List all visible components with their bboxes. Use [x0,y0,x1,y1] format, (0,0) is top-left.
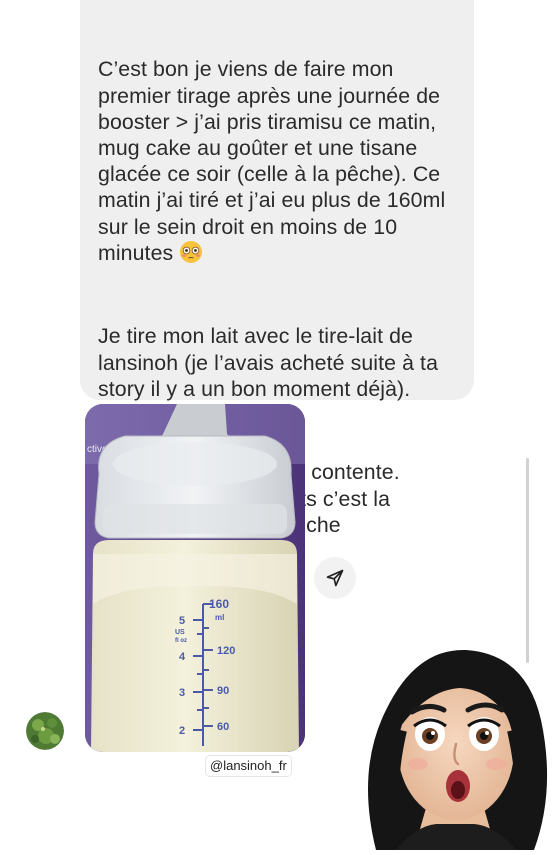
milk-bottle-photo[interactable]: ctive 160 ml US fl oz 120 90 60 5 4 3 2 [85,404,305,752]
bottle-oz-tick-2: 4 [179,651,186,663]
bottle-oz-label-2: fl oz [175,638,187,644]
mention-tag[interactable]: @lansinoh_fr [206,756,291,776]
bottle-oz-tick-1: 5 [179,615,185,627]
send-icon [326,569,344,587]
bottle-ml-label: 160 [209,597,229,611]
bottle-ml-tick-3: 60 [217,721,229,733]
bottle-ml-tick-2: 90 [217,685,229,697]
bottle-ml-unit: ml [215,613,224,622]
avatar[interactable] [26,712,64,750]
bottle-illustration: ctive 160 ml US fl oz 120 90 60 5 4 3 2 [85,404,305,752]
scrollbar[interactable] [526,458,529,663]
message-paragraph-1: C’est bon je viens de faire mon premier … [98,56,456,266]
message-paragraph-2: Je tire mon lait avec le tire-lait de la… [98,324,445,401]
bottle-ml-tick-1: 120 [217,645,235,657]
message-paragraph-1-text: C’est bon je viens de faire mon premier … [98,57,452,265]
bottle-oz-tick-3: 3 [179,687,185,699]
profile-avatar-icon [26,712,64,750]
memoji-surprised-icon [368,649,548,850]
share-button[interactable] [314,557,356,599]
flushed-face-icon [180,240,203,263]
bottle-oz-label-1: US [175,629,185,636]
bottle-oz-tick-4: 2 [179,725,185,737]
message-bubble: C’est bon je viens de faire mon premier … [80,0,474,537]
memoji-sticker [356,640,554,850]
